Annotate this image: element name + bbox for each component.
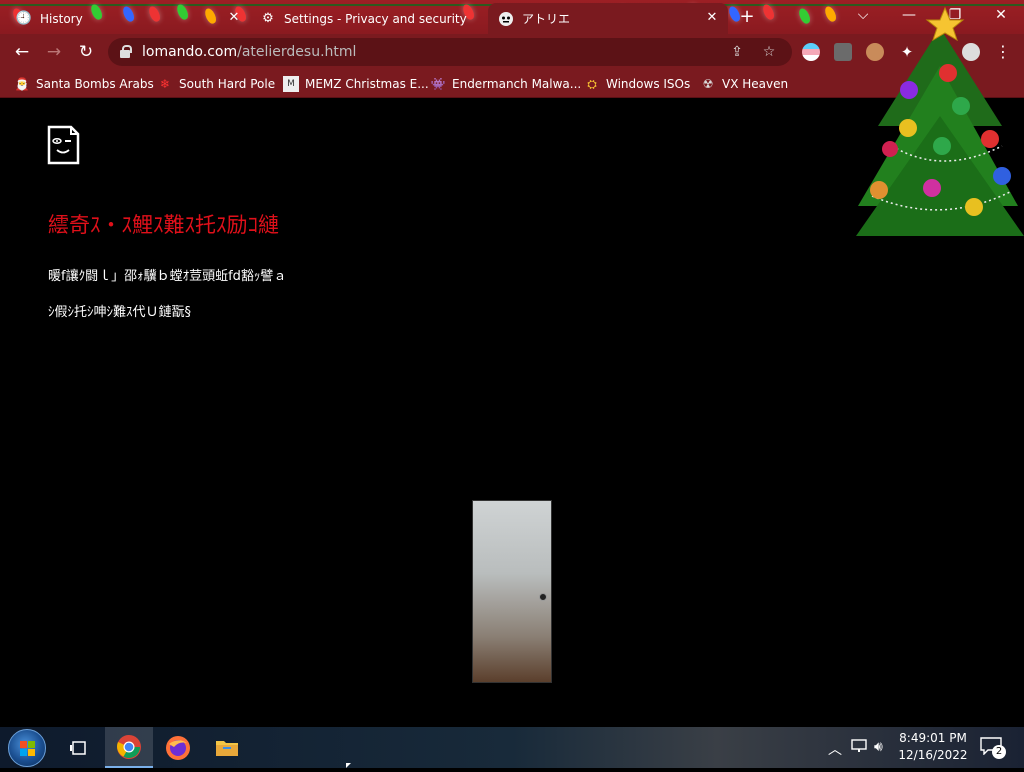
santa-icon: 🎅	[14, 77, 30, 91]
notification-badge: 2	[992, 745, 1006, 759]
extension-flag-icon[interactable]	[802, 43, 820, 61]
site-favicon	[498, 11, 514, 27]
clock-date: 12/16/2022	[898, 748, 968, 762]
door-knob	[539, 593, 547, 601]
tab-atelier[interactable]: アトリエ ✕	[488, 3, 728, 34]
bookmark-item[interactable]: 🎅 Santa Bombs Arabs	[14, 75, 154, 93]
history-icon: 🕘	[15, 11, 33, 26]
new-tab-button[interactable]: +	[738, 8, 756, 26]
bookmark-item[interactable]: ❄ South Hard Pole	[157, 75, 275, 93]
taskbar-file-explorer[interactable]	[203, 727, 251, 768]
tab-settings[interactable]: ⚙ Settings - Privacy and security	[250, 3, 486, 34]
forward-button[interactable]: →	[42, 40, 66, 64]
gear-icon: ⚙	[262, 11, 274, 26]
document-face-logo	[47, 125, 80, 165]
start-button[interactable]	[8, 729, 46, 767]
light-bulb	[823, 4, 838, 24]
taskbar-chrome[interactable]	[105, 727, 153, 768]
tab-label: Settings - Privacy and security	[284, 11, 467, 26]
firefox-icon	[166, 735, 190, 760]
tab-label: アトリエ	[522, 12, 571, 26]
task-view-button[interactable]	[54, 727, 102, 768]
bookmark-item[interactable]: ☢ VX Heaven	[700, 75, 788, 93]
page-text-line: ｼ假ｼ托ｼ呻ｼ難ｽ代Ｕ鏈翫§	[48, 305, 192, 320]
network-icon[interactable]	[851, 739, 867, 757]
windows-icon: ⛭	[587, 76, 597, 91]
volume-icon[interactable]: 🔊︎	[874, 739, 883, 755]
taskbar-firefox[interactable]	[154, 727, 202, 768]
extension-s-icon[interactable]	[834, 43, 852, 61]
bookmark-item[interactable]: M MEMZ Christmas E...	[283, 75, 429, 93]
folder-icon	[216, 740, 238, 756]
system-clock[interactable]: 8:49:01 PM 12/16/2022	[896, 730, 970, 764]
tab-label: History	[40, 11, 83, 26]
notification-center-button[interactable]: 2	[980, 737, 1006, 759]
memz-icon: M	[283, 76, 299, 92]
chrome-icon	[117, 734, 141, 759]
enderman-icon: 👾	[430, 77, 446, 91]
vx-icon: ☢	[702, 77, 714, 91]
tab-history[interactable]: 🕘 History ✕	[6, 3, 250, 34]
snowflake-icon: ❄	[159, 77, 171, 91]
bookmark-item[interactable]: ⛭ Windows ISOs	[584, 75, 690, 93]
bookmark-star-icon[interactable]: ☆	[760, 43, 778, 61]
door-image[interactable]	[472, 500, 552, 683]
back-button[interactable]: ←	[10, 40, 34, 64]
url-text[interactable]: lomando.com/atelierdesu.html	[142, 44, 356, 60]
taskbar: ︿ 🔊︎ 8:49:01 PM 12/16/2022 2	[0, 727, 1024, 768]
task-view-icon	[70, 740, 86, 755]
page-text-line: 暖f讓ｸ闘ｌ」邵ｫ驥ｂ螳ｵ荳頭蚯fd豁ｯ譬ａ	[48, 269, 287, 284]
bookmark-item[interactable]: 👾 Endermanch Malwa...	[430, 75, 582, 93]
mouse-cursor	[346, 763, 351, 768]
light-bulb	[797, 6, 812, 26]
lock-icon[interactable]	[120, 45, 132, 58]
close-tab-icon[interactable]: ✕	[226, 10, 242, 26]
windows-logo-icon	[20, 741, 35, 756]
share-icon[interactable]: ⇪	[728, 43, 746, 61]
page-title: 繧奇ｽ・ｽ鯉ｽ難ｽ托ｽ励ｺ縺	[48, 213, 279, 237]
close-tab-icon[interactable]: ✕	[704, 10, 720, 26]
reload-button[interactable]: ↻	[74, 40, 98, 64]
christmas-tree-decoration	[856, 6, 1024, 236]
address-bar[interactable]: lomando.com/atelierdesu.html ⇪ ☆	[108, 38, 792, 66]
clock-time: 8:49:01 PM	[899, 731, 967, 745]
tray-overflow-chevron-icon[interactable]: ︿	[828, 739, 842, 759]
